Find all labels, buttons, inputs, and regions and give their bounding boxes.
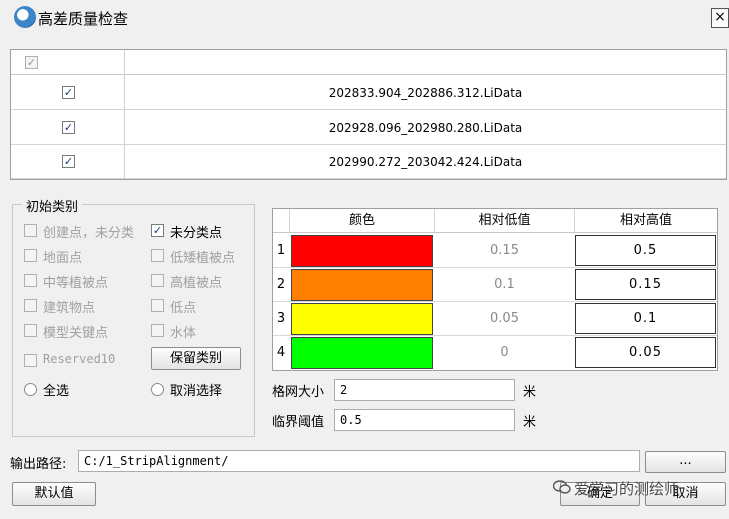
- checkbox[interactable]: [151, 249, 164, 262]
- class-label: Reserved10: [43, 352, 116, 366]
- file-table: ✓ ✓ 202833.904_202886.312.LiData ✓ 20292…: [10, 49, 727, 180]
- defaults-button[interactable]: 默认值: [12, 482, 96, 506]
- color-ramp-table: 颜色 相对低值 相对高值 1 0.15 0.5 2 0.1 0.15 3 0.0…: [272, 208, 718, 371]
- low-value: 0.05: [490, 311, 519, 326]
- initial-classes-title: 初始类别: [22, 196, 83, 215]
- low-column-header: 相对低值: [435, 209, 575, 233]
- deselect-label: 取消选择: [170, 384, 223, 399]
- color-row: 1 0.15 0.5: [273, 234, 717, 268]
- class-label: 中等植被点: [43, 276, 109, 291]
- high-value-input[interactable]: 0.5: [575, 235, 716, 266]
- color-swatch[interactable]: [291, 269, 433, 301]
- color-row: 4 0 0.05: [273, 336, 717, 370]
- grid-size-label: 格网大小: [272, 385, 325, 400]
- checkbox[interactable]: [24, 274, 37, 287]
- file-row-checkbox[interactable]: ✓: [62, 86, 75, 99]
- color-swatch[interactable]: [291, 337, 433, 369]
- low-value: 0.1: [494, 277, 515, 292]
- class-label: 高植被点: [170, 276, 223, 291]
- color-row: 3 0.05 0.1: [273, 302, 717, 336]
- high-value-input[interactable]: 0.05: [575, 337, 716, 368]
- checkbox[interactable]: ✓: [151, 224, 164, 237]
- file-row[interactable]: ✓ 202928.096_202980.280.LiData: [11, 111, 726, 145]
- select-all-radio[interactable]: [24, 383, 37, 396]
- row-index: 3: [276, 311, 286, 326]
- select-all-label: 全选: [43, 384, 70, 399]
- threshold-unit: 米: [523, 415, 537, 430]
- grid-size-unit: 米: [523, 385, 537, 400]
- row-index: 2: [276, 277, 286, 292]
- high-column-header: 相对高值: [575, 209, 717, 233]
- threshold-input[interactable]: 0.5: [334, 409, 515, 431]
- window-title: 高差质量检查: [38, 10, 129, 28]
- class-label: 地面点: [43, 251, 83, 266]
- row-index: 1: [276, 243, 286, 258]
- row-index: 4: [276, 345, 286, 360]
- browse-button[interactable]: ...: [645, 451, 726, 473]
- color-swatch[interactable]: [291, 235, 433, 267]
- class-label: 未分类点: [170, 226, 223, 241]
- class-label: 创建点，未分类: [43, 226, 135, 241]
- file-name: 202928.096_202980.280.LiData: [328, 121, 523, 135]
- output-path-input[interactable]: C:/1_StripAlignment/: [78, 450, 640, 472]
- file-row[interactable]: ✓ 202990.272_203042.424.LiData: [11, 145, 726, 179]
- grid-size-input[interactable]: 2: [334, 379, 515, 401]
- file-row-checkbox[interactable]: ✓: [62, 155, 75, 168]
- checkbox[interactable]: [24, 324, 37, 337]
- file-row-checkbox[interactable]: ✓: [62, 121, 75, 134]
- low-value: 0.15: [490, 243, 519, 258]
- checkbox[interactable]: [151, 274, 164, 287]
- output-path-label: 输出路径:: [10, 457, 67, 472]
- low-value: 0: [500, 345, 509, 360]
- checkbox[interactable]: [24, 299, 37, 312]
- index-header: [273, 209, 290, 233]
- deselect-radio[interactable]: [151, 383, 164, 396]
- color-row: 2 0.1 0.15: [273, 268, 717, 302]
- high-value-input[interactable]: 0.15: [575, 269, 716, 300]
- keep-classes-button[interactable]: 保留类别: [151, 347, 241, 370]
- class-label: 建筑物点: [43, 301, 96, 316]
- checkbox[interactable]: [24, 354, 37, 367]
- class-label: 模型关键点: [43, 326, 109, 341]
- class-label: 低点: [170, 301, 197, 316]
- checkbox[interactable]: [151, 324, 164, 337]
- file-row[interactable]: ✓ 202833.904_202886.312.LiData: [11, 76, 726, 110]
- color-swatch[interactable]: [291, 303, 433, 335]
- file-table-header: ✓: [11, 50, 726, 75]
- watermark-text: 爱学习的测绘师: [574, 480, 680, 498]
- class-label: 水体: [170, 326, 197, 341]
- app-logo-icon: [14, 6, 36, 28]
- file-name: 202833.904_202886.312.LiData: [328, 86, 523, 100]
- checkbox[interactable]: [151, 299, 164, 312]
- threshold-label: 临界阈值: [272, 415, 325, 430]
- header-select-all-checkbox[interactable]: ✓: [25, 56, 38, 69]
- class-label: 低矮植被点: [170, 251, 236, 266]
- file-name: 202990.272_203042.424.LiData: [328, 155, 523, 169]
- high-value-input[interactable]: 0.1: [575, 303, 716, 334]
- wechat-icon: [553, 480, 571, 494]
- checkbox[interactable]: [24, 249, 37, 262]
- close-button[interactable]: ×: [711, 8, 729, 28]
- checkbox[interactable]: [24, 224, 37, 237]
- color-column-header: 颜色: [290, 209, 435, 233]
